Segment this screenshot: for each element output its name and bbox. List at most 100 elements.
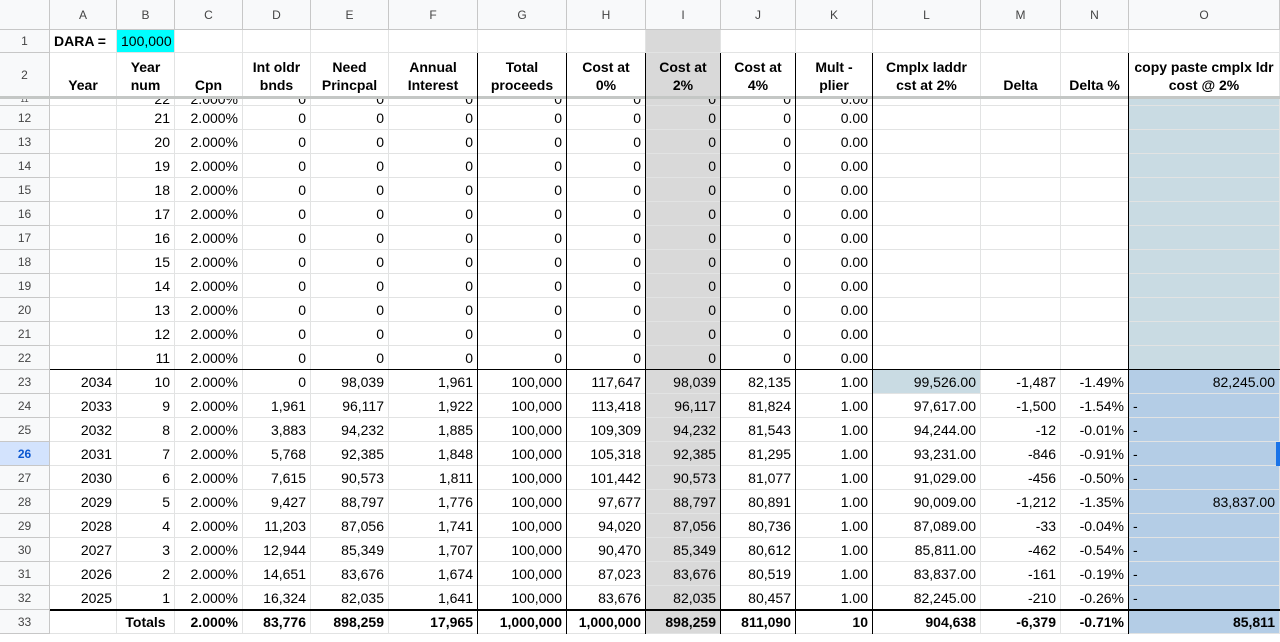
cell-n15[interactable] [1061, 178, 1129, 202]
cell-a21[interactable] [50, 322, 117, 346]
cell-m17[interactable] [981, 226, 1061, 250]
cell-g32[interactable]: 100,000 [478, 586, 567, 610]
cell-g16[interactable]: 0 [478, 202, 567, 226]
cell-m23[interactable]: -1,487 [981, 370, 1061, 394]
totals-l33[interactable]: 904,638 [873, 610, 981, 634]
cell-l23[interactable]: 99,526.00 [873, 370, 981, 394]
cell-n27[interactable]: -0.50% [1061, 466, 1129, 490]
cell-f22[interactable]: 0 [389, 346, 478, 370]
cell-l1[interactable] [873, 30, 981, 53]
cell-d22[interactable]: 0 [243, 346, 311, 370]
cell-l28[interactable]: 90,009.00 [873, 490, 981, 514]
cell-b20[interactable]: 13 [117, 298, 175, 322]
column-header-i[interactable]: I [646, 0, 721, 30]
totals-n33[interactable]: -0.71% [1061, 610, 1129, 634]
header-n[interactable]: Delta % [1061, 53, 1129, 97]
cell-n28[interactable]: -1.35% [1061, 490, 1129, 514]
cell-g28[interactable]: 100,000 [478, 490, 567, 514]
dara-value-cell[interactable]: 100,000 [117, 30, 175, 53]
column-header-a[interactable]: A [50, 0, 117, 30]
cell-m22[interactable] [981, 346, 1061, 370]
cell-h25[interactable]: 109,309 [567, 418, 646, 442]
cell-m14[interactable] [981, 154, 1061, 178]
cell-d16[interactable]: 0 [243, 202, 311, 226]
cell-j21[interactable]: 0 [721, 322, 796, 346]
row-header-31[interactable]: 31 [0, 562, 50, 586]
cell-h13[interactable]: 0 [567, 130, 646, 154]
cell-j32[interactable]: 80,457 [721, 586, 796, 610]
row-header-15[interactable]: 15 [0, 178, 50, 202]
dara-label-cell[interactable]: DARA = [50, 30, 117, 53]
cell-h31[interactable]: 87,023 [567, 562, 646, 586]
cell-e13[interactable]: 0 [311, 130, 389, 154]
cell-d21[interactable]: 0 [243, 322, 311, 346]
header-a[interactable]: Year [50, 53, 117, 97]
cell-k22[interactable]: 0.00 [796, 346, 873, 370]
cell-g29[interactable]: 100,000 [478, 514, 567, 538]
totals-c33[interactable]: 2.000% [175, 610, 243, 634]
cell-o22[interactable] [1129, 346, 1280, 370]
cell-f15[interactable]: 0 [389, 178, 478, 202]
cell-h30[interactable]: 90,470 [567, 538, 646, 562]
cell-l15[interactable] [873, 178, 981, 202]
column-header-h[interactable]: H [567, 0, 646, 30]
cell-g27[interactable]: 100,000 [478, 466, 567, 490]
cell-k26[interactable]: 1.00 [796, 442, 873, 466]
cell-h1[interactable] [567, 30, 646, 53]
cell-m31[interactable]: -161 [981, 562, 1061, 586]
totals-f33[interactable]: 17,965 [389, 610, 478, 634]
cell-m15[interactable] [981, 178, 1061, 202]
cell-n23[interactable]: -1.49% [1061, 370, 1129, 394]
cell-j22[interactable]: 0 [721, 346, 796, 370]
cell-l20[interactable] [873, 298, 981, 322]
cell-h19[interactable]: 0 [567, 274, 646, 298]
cell-c31[interactable]: 2.000% [175, 562, 243, 586]
cell-n24[interactable]: -1.54% [1061, 394, 1129, 418]
column-header-m[interactable]: M [981, 0, 1061, 30]
cell-m21[interactable] [981, 322, 1061, 346]
cell-n25[interactable]: -0.01% [1061, 418, 1129, 442]
cell-a27[interactable]: 2030 [50, 466, 117, 490]
header-m[interactable]: Delta [981, 53, 1061, 97]
cell-k14[interactable]: 0.00 [796, 154, 873, 178]
cell-e29[interactable]: 87,056 [311, 514, 389, 538]
cell-a30[interactable]: 2027 [50, 538, 117, 562]
cell-k31[interactable]: 1.00 [796, 562, 873, 586]
cell-c22[interactable]: 2.000% [175, 346, 243, 370]
cell-c20[interactable]: 2.000% [175, 298, 243, 322]
cell-a19[interactable] [50, 274, 117, 298]
row-header-17[interactable]: 17 [0, 226, 50, 250]
cell-n22[interactable] [1061, 346, 1129, 370]
row-header-29[interactable]: 29 [0, 514, 50, 538]
cell-o21[interactable] [1129, 322, 1280, 346]
cell-e26[interactable]: 92,385 [311, 442, 389, 466]
cell-m27[interactable]: -456 [981, 466, 1061, 490]
cell-e20[interactable]: 0 [311, 298, 389, 322]
cell-o29[interactable]: - [1129, 514, 1280, 538]
cell-m30[interactable]: -462 [981, 538, 1061, 562]
cell-g25[interactable]: 100,000 [478, 418, 567, 442]
cell-j14[interactable]: 0 [721, 154, 796, 178]
cell-h26[interactable]: 105,318 [567, 442, 646, 466]
row-header-23[interactable]: 23 [0, 370, 50, 394]
cell-e22[interactable]: 0 [311, 346, 389, 370]
row-header-18[interactable]: 18 [0, 250, 50, 274]
cell-g1[interactable] [478, 30, 567, 53]
cell-c27[interactable]: 2.000% [175, 466, 243, 490]
cell-h27[interactable]: 101,442 [567, 466, 646, 490]
totals-d33[interactable]: 83,776 [243, 610, 311, 634]
cell-m26[interactable]: -846 [981, 442, 1061, 466]
row-header-1[interactable]: 1 [0, 30, 50, 53]
cell-l18[interactable] [873, 250, 981, 274]
cell-j31[interactable]: 80,519 [721, 562, 796, 586]
cell-i25[interactable]: 94,232 [646, 418, 721, 442]
cell-f29[interactable]: 1,741 [389, 514, 478, 538]
cell-k16[interactable]: 0.00 [796, 202, 873, 226]
cell-i28[interactable]: 88,797 [646, 490, 721, 514]
cell-k23[interactable]: 1.00 [796, 370, 873, 394]
cell-f30[interactable]: 1,707 [389, 538, 478, 562]
totals-b33[interactable]: Totals [117, 610, 175, 634]
cell-m12[interactable] [981, 106, 1061, 130]
cell-n1[interactable] [1061, 30, 1129, 53]
cell-f21[interactable]: 0 [389, 322, 478, 346]
